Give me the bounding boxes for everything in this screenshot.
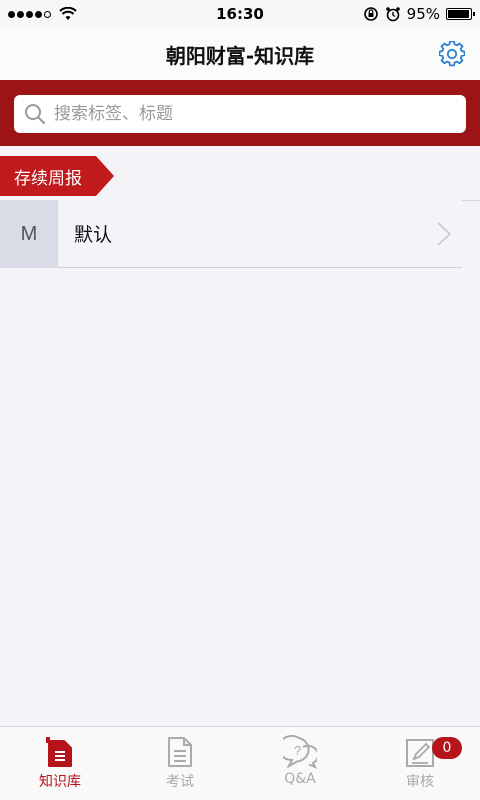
avatar: M	[0, 200, 58, 268]
tab-qa[interactable]: ? Q&A	[240, 727, 360, 800]
tab-label: 审核	[406, 774, 434, 790]
alarm-icon	[385, 7, 400, 22]
gear-icon	[439, 41, 465, 67]
rotation-lock-icon	[363, 7, 378, 21]
search-icon	[25, 104, 46, 125]
tab-label: Q&A	[284, 771, 316, 787]
notification-badge: 0	[432, 737, 462, 759]
signal-icon	[8, 10, 51, 18]
app-header: 朝阳财富-知识库	[0, 28, 480, 80]
tab-knowledge[interactable]: 知识库	[0, 727, 120, 800]
search-input[interactable]	[54, 104, 456, 124]
battery-percent: 95%	[406, 5, 440, 23]
wifi-icon	[59, 7, 77, 20]
status-bar: 16:30 95%	[0, 0, 480, 28]
svg-text:?: ?	[294, 743, 301, 758]
list-item-body: 默认	[58, 200, 462, 268]
search-band	[0, 80, 480, 146]
tab-label: 知识库	[39, 774, 81, 790]
chevron-right-icon	[437, 221, 452, 246]
tab-review[interactable]: 审核 0	[360, 727, 480, 800]
section-ribbon: 存续周报	[0, 156, 114, 196]
battery-icon	[446, 8, 475, 20]
search-box[interactable]	[14, 95, 466, 133]
document-icon	[46, 737, 72, 767]
page-title: 朝阳财富-知识库	[165, 43, 315, 68]
list-item[interactable]: M 默认	[0, 200, 480, 268]
status-right: 95%	[363, 5, 475, 23]
category-list: M 默认	[0, 200, 480, 268]
exam-icon	[168, 737, 192, 767]
status-left	[8, 7, 77, 21]
tab-label: 考试	[166, 774, 194, 790]
tab-exam[interactable]: 考试	[120, 727, 240, 800]
question-bubble-icon: ?	[283, 735, 317, 769]
settings-button[interactable]	[438, 40, 466, 68]
tab-bar: 知识库 考试 ? Q&A 审核 0	[0, 726, 480, 800]
list-item-label: 默认	[74, 224, 113, 246]
battery-fill	[448, 10, 469, 18]
review-pen-icon	[406, 739, 434, 767]
